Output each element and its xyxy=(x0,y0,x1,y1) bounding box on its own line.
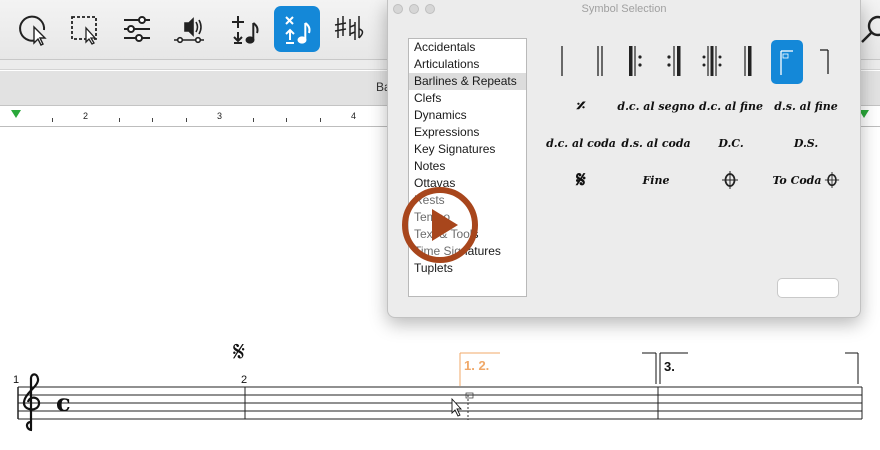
final-barline-symbol[interactable] xyxy=(720,39,776,83)
accidentals-tool-button[interactable] xyxy=(326,6,372,52)
segno-icon: 𝄋 xyxy=(576,167,586,193)
double-barline-icon xyxy=(597,46,603,76)
final-barline-icon xyxy=(744,46,752,76)
ds-label: D.S. xyxy=(793,136,819,150)
ds-al-fine-label: d.s. al fine xyxy=(774,99,838,113)
playback-tool-button[interactable] xyxy=(166,6,212,52)
ending-second-label: 3. xyxy=(664,359,675,374)
marquee-tool-button[interactable] xyxy=(62,6,108,52)
treble-clef-icon[interactable] xyxy=(22,373,41,432)
ds-al-coda-label: d.s. al coda xyxy=(621,136,691,150)
symbol-selection-dialog: Symbol Selection Accidentals Articulatio… xyxy=(387,0,861,318)
dc-al-segno-label: d.c. al segno xyxy=(617,99,695,113)
coda-icon xyxy=(722,171,738,189)
add-note-icon xyxy=(232,16,259,44)
ruler-number-2: 2 xyxy=(83,111,89,121)
category-articulations[interactable]: Articulations xyxy=(409,56,526,73)
sliders-icon xyxy=(124,16,150,42)
common-time-icon[interactable]: c xyxy=(56,388,71,417)
ruler-tick xyxy=(286,118,287,122)
selection-tool-button[interactable] xyxy=(10,6,56,52)
speaker-icon xyxy=(174,17,204,44)
dialog-titlebar[interactable]: Symbol Selection xyxy=(388,0,860,18)
app-window: c 𝄋 1. 2. 3. 1 2 Ba 2 3 4 Symbol Selecti… xyxy=(0,0,880,450)
category-key-signatures[interactable]: Key Signatures xyxy=(409,141,526,158)
single-barline-icon xyxy=(561,46,563,76)
second-ending-icon xyxy=(820,49,829,74)
mixer-tool-button[interactable] xyxy=(114,6,160,52)
ruler-number-4: 4 xyxy=(351,111,357,121)
ending-first-label: 1. 2. xyxy=(464,358,489,373)
ruler-tick xyxy=(119,118,120,122)
symbol-tool-button[interactable] xyxy=(274,6,320,52)
coda-symbol[interactable] xyxy=(702,158,758,202)
coda-icon xyxy=(824,172,839,188)
note-entry-tool-button[interactable] xyxy=(222,6,268,52)
fine-label: Fine xyxy=(642,173,670,187)
fine-symbol[interactable]: Fine xyxy=(620,158,692,202)
staff-lines xyxy=(18,386,862,420)
measure-number-1: 1 xyxy=(13,374,19,386)
category-dynamics[interactable]: Dynamics xyxy=(409,107,526,124)
dialog-action-button[interactable] xyxy=(777,278,839,298)
category-barlines-repeats[interactable]: Barlines & Repeats xyxy=(409,73,526,90)
ruler-tick xyxy=(320,118,321,122)
symbol-note-icon xyxy=(285,16,311,44)
dialog-title: Symbol Selection xyxy=(581,3,667,15)
repeat-start-icon xyxy=(629,46,642,76)
segno-icon[interactable]: 𝄋 xyxy=(233,335,245,368)
ruler-tick xyxy=(152,118,153,122)
simile-icon: 𝄎 xyxy=(576,95,586,117)
category-expressions[interactable]: Expressions xyxy=(409,124,526,141)
category-accidentals[interactable]: Accidentals xyxy=(409,39,526,56)
first-ending-icon xyxy=(780,50,793,75)
ruler-tick xyxy=(52,118,53,122)
category-clefs[interactable]: Clefs xyxy=(409,90,526,107)
ruler-number-3: 3 xyxy=(217,111,223,121)
to-coda-symbol[interactable]: To Coda xyxy=(770,158,842,202)
accidentals-icon xyxy=(334,16,364,40)
dc-al-fine-label: d.c. al fine xyxy=(698,99,763,113)
second-ending-symbol[interactable] xyxy=(812,39,840,83)
ruler-tick xyxy=(253,118,254,122)
first-ending-symbol[interactable] xyxy=(771,40,803,84)
dc-label: D.C. xyxy=(718,136,744,150)
play-video-icon[interactable] xyxy=(400,185,480,265)
segno-symbol[interactable]: 𝄋 xyxy=(553,158,609,202)
drag-cursor xyxy=(451,392,474,420)
arrow-cursor-icon xyxy=(19,15,47,46)
measure-number-2: 2 xyxy=(241,374,247,386)
ruler-marker-left-icon[interactable] xyxy=(10,109,22,119)
repeat-end-icon xyxy=(667,46,681,76)
dc-al-coda-label: d.c. al coda xyxy=(546,136,616,150)
to-coda-label: To Coda xyxy=(772,173,822,187)
ruler-tick xyxy=(186,118,187,122)
category-notes[interactable]: Notes xyxy=(409,158,526,175)
marquee-select-icon xyxy=(71,16,97,45)
